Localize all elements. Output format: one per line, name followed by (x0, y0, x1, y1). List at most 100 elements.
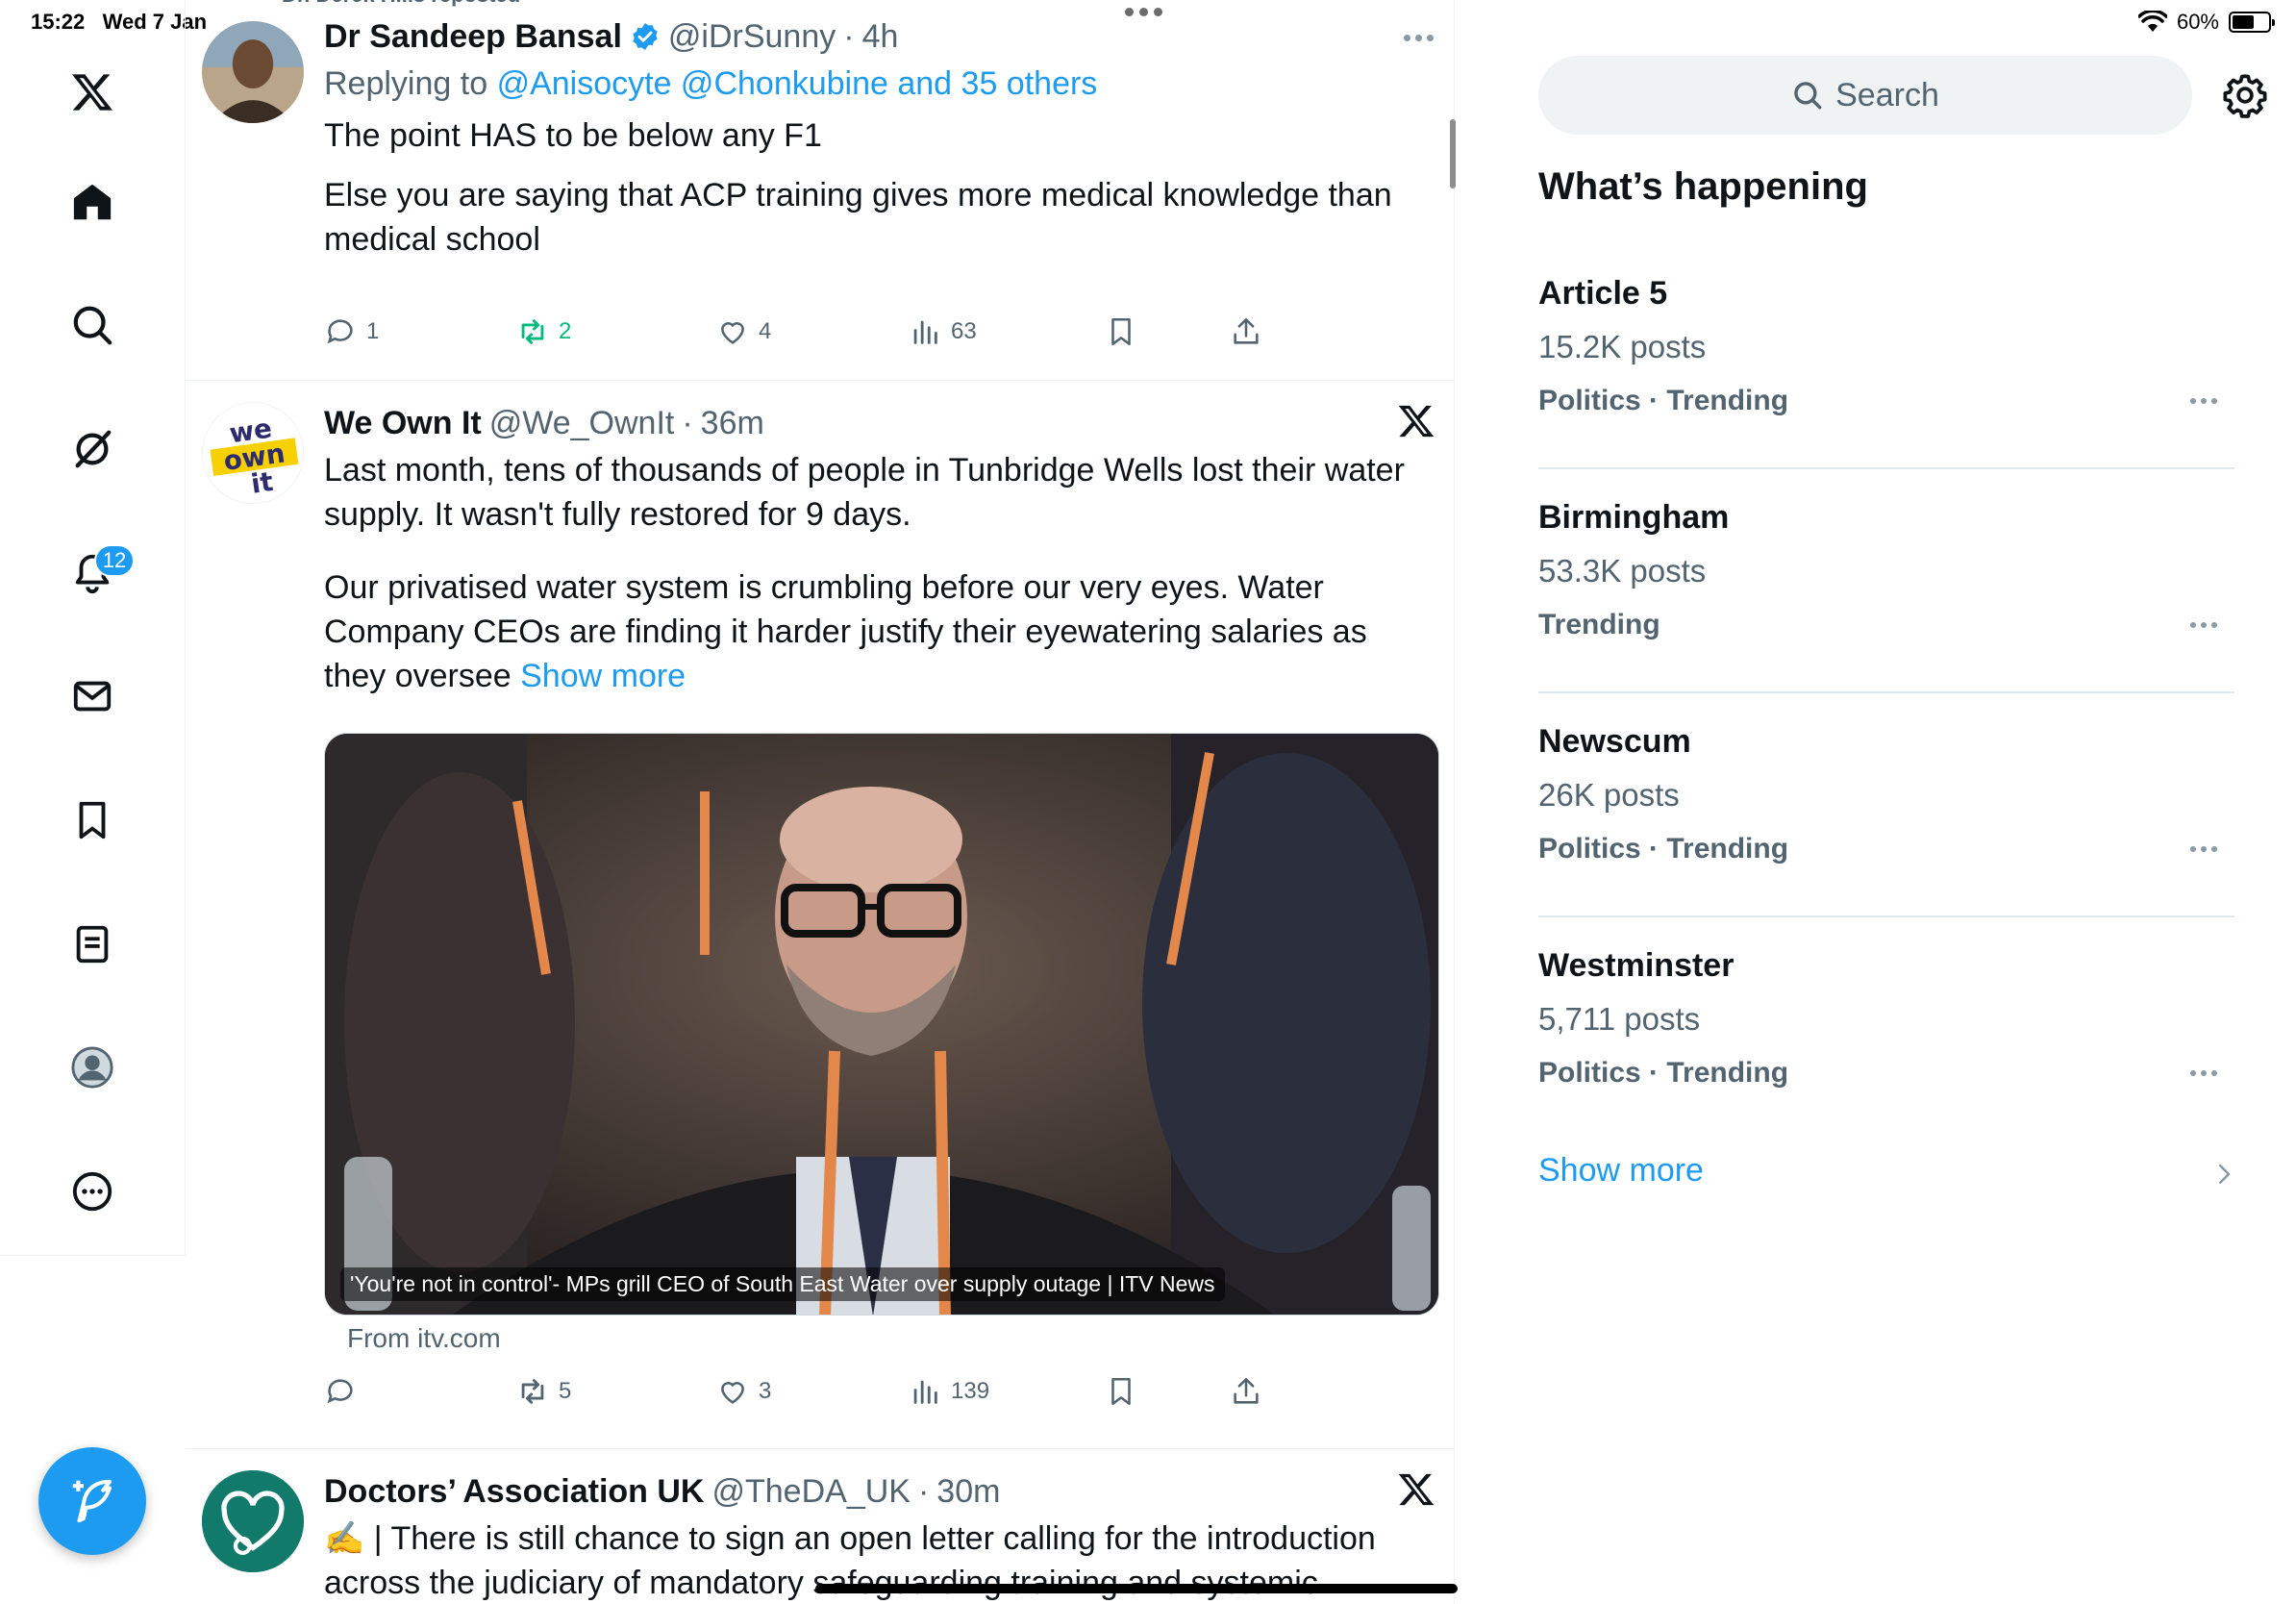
repost-icon (521, 1379, 544, 1404)
tweet-paragraph-text: Our privatised water system is crumbling… (324, 569, 1367, 694)
x-logo-icon[interactable] (63, 63, 121, 121)
views-button[interactable]: 139 (909, 1375, 989, 1408)
trend-more-button[interactable] (2190, 398, 2217, 404)
separator-dot: · (843, 17, 855, 55)
trend-item[interactable]: Birmingham 53.3K posts Trending (1538, 499, 2234, 723)
tweet-text: Last month, tens of thousands of people … (324, 448, 1435, 698)
like-count: 4 (759, 318, 772, 344)
heart-icon (721, 322, 744, 344)
divider (1538, 691, 2234, 693)
reply-button[interactable]: 1 (324, 315, 379, 348)
view-count: 139 (951, 1378, 990, 1404)
share-button[interactable] (1230, 315, 1262, 348)
trend-category: Politics · Trending (1538, 385, 1789, 416)
tweet-card[interactable]: Doctors’ Association UK @TheDA_UK · 30m … (186, 1449, 1454, 1604)
heart-icon (721, 1382, 744, 1404)
verified-badge-icon (633, 23, 658, 50)
tweet-actions: 1 2 4 63 (324, 315, 1266, 354)
replying-to-link[interactable]: @Anisocyte @Chonkubine and 35 others (497, 65, 1098, 102)
repost-icon (521, 319, 544, 344)
trend-more-button[interactable] (2190, 846, 2217, 852)
gear-icon[interactable] (2221, 71, 2269, 119)
messages-icon[interactable] (63, 667, 121, 725)
left-navigation: 12 (0, 0, 186, 1256)
repost-count: 5 (559, 1378, 572, 1404)
separator-dot: · (682, 404, 693, 441)
compose-post-button[interactable] (38, 1447, 146, 1555)
profile-icon[interactable] (63, 1039, 121, 1096)
lists-icon[interactable] (63, 915, 121, 973)
bookmark-button[interactable] (1105, 315, 1137, 348)
trend-name: Birmingham (1538, 499, 1730, 536)
compose-feather-icon (72, 1479, 112, 1523)
home-icon[interactable] (63, 173, 121, 231)
author-handle[interactable]: @We_OwnIt (489, 405, 675, 442)
reply-count: 1 (366, 318, 380, 344)
replying-to-line: Replying to @Anisocyte @Chonkubine and 3… (324, 62, 1435, 106)
avatar[interactable] (202, 21, 304, 123)
tweet-paragraph: Else you are saying that ACP training gi… (324, 177, 1392, 258)
link-preview-card[interactable]: 'You're not in control'- MPs grill CEO o… (324, 733, 1439, 1316)
bookmarks-icon[interactable] (63, 791, 121, 849)
search-input[interactable]: Search (1538, 56, 2192, 135)
trend-name: Westminster (1538, 947, 1734, 984)
search-placeholder: Search (1835, 76, 1939, 113)
trend-post-count: 5,711 posts (1538, 1001, 1701, 1037)
post-time[interactable]: 36m (701, 405, 764, 442)
trend-name: Article 5 (1538, 275, 1668, 312)
repost-count: 2 (559, 318, 572, 344)
trend-item[interactable]: Article 5 15.2K posts Politics · Trendin… (1538, 275, 2234, 499)
tweet-paragraph: Last month, tens of thousands of people … (324, 452, 1405, 533)
show-more-link[interactable]: Show more (520, 658, 686, 694)
author-handle[interactable]: @iDrSunny (668, 18, 836, 56)
trend-more-button[interactable] (2190, 1070, 2217, 1076)
share-button[interactable] (1230, 1375, 1262, 1408)
trend-post-count: 26K posts (1538, 777, 1680, 813)
trend-name: Newscum (1538, 723, 1691, 760)
right-sidebar: Search What’s happening Article 5 15.2K … (1456, 0, 2296, 1604)
chevron-right-icon[interactable] (2209, 1160, 2238, 1189)
show-more-link[interactable]: Show more (1538, 1152, 1704, 1190)
view-count: 63 (951, 318, 977, 344)
trend-category: Trending (1538, 609, 1660, 640)
trends-heading: What’s happening (1538, 165, 1868, 208)
post-time[interactable]: 4h (862, 18, 899, 56)
trend-post-count: 15.2K posts (1538, 329, 1707, 364)
share-icon (1234, 317, 1259, 344)
trend-item[interactable]: Newscum 26K posts Politics · Trending (1538, 723, 2234, 947)
divider (1538, 915, 2234, 917)
avatar[interactable] (202, 1470, 304, 1572)
separator-dot: · (917, 1472, 930, 1510)
search-icon[interactable] (63, 296, 121, 354)
trend-more-button[interactable] (2190, 622, 2217, 628)
analytics-icon (913, 1380, 937, 1404)
like-button[interactable]: 3 (716, 1375, 771, 1408)
notification-count-badge: 12 (94, 544, 135, 577)
avatar[interactable]: we own it (202, 402, 304, 504)
author-handle[interactable]: @TheDA_UK (711, 1473, 910, 1511)
replying-to-prefix: Replying to (324, 65, 488, 102)
repost-button[interactable]: 5 (516, 1375, 571, 1408)
views-button[interactable]: 63 (909, 315, 977, 348)
bookmark-button[interactable] (1105, 1375, 1137, 1408)
home-indicator[interactable] (815, 1584, 1458, 1593)
tweet-paragraph: The point HAS to be below any F1 (324, 117, 822, 154)
author-name[interactable]: Doctors’ Association UK (324, 1473, 704, 1511)
grok-icon[interactable] (63, 420, 121, 478)
author-name[interactable]: Dr Sandeep Bansal (324, 18, 622, 56)
trend-item[interactable]: Westminster 5,711 posts Politics · Trend… (1538, 947, 2234, 1171)
share-icon (1234, 1377, 1259, 1404)
reply-button[interactable] (324, 1375, 366, 1408)
card-source[interactable]: From itv.com (347, 1323, 501, 1354)
post-time[interactable]: 30m (936, 1473, 1000, 1511)
tweet-actions: 5 3 139 (324, 1375, 1266, 1414)
like-count: 3 (759, 1378, 772, 1404)
more-icon[interactable] (63, 1163, 121, 1220)
author-name[interactable]: We Own It (324, 405, 482, 442)
repost-button[interactable]: 2 (516, 315, 571, 348)
tweet-card[interactable]: we own it We Own It @We_OwnIt · 36m Last… (186, 381, 1454, 1449)
tweet-card[interactable]: Dr Sandeep Bansal @iDrSunny · 4h Replyin… (186, 0, 1454, 381)
bookmark-icon (1111, 317, 1131, 346)
like-button[interactable]: 4 (716, 315, 771, 348)
trend-category: Politics · Trending (1538, 833, 1789, 865)
